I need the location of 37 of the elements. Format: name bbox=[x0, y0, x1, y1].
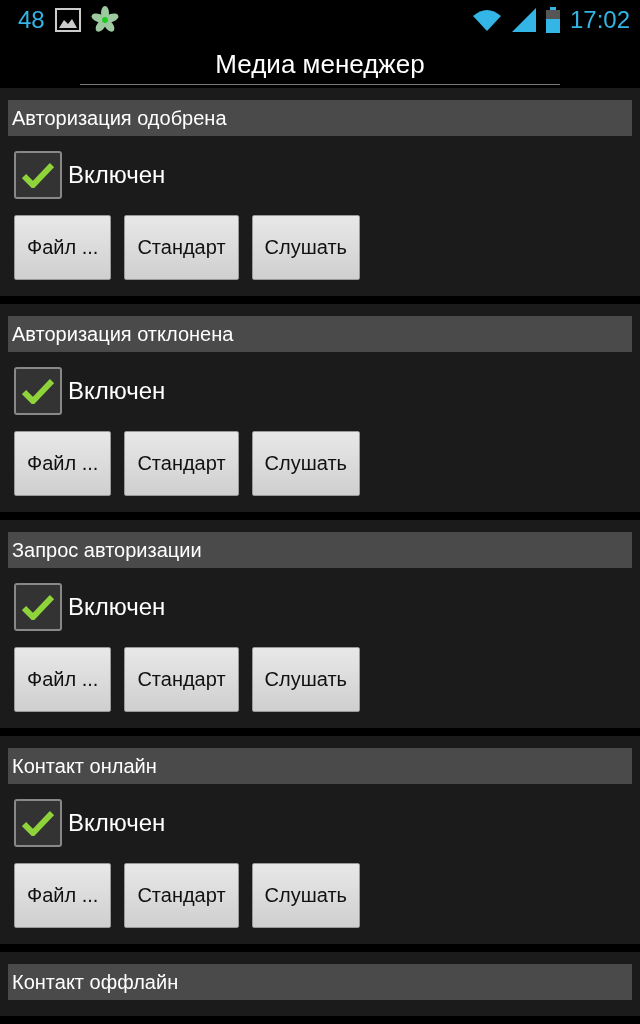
section-header: Авторизация отклонена bbox=[8, 316, 632, 352]
checkbox-label: Включен bbox=[68, 161, 166, 189]
clock: 17:02 bbox=[569, 6, 630, 34]
action-button[interactable]: Файл ... bbox=[14, 647, 112, 712]
action-button[interactable]: Слушать bbox=[251, 863, 360, 928]
action-button[interactable]: Файл ... bbox=[14, 431, 112, 496]
section-header: Контакт оффлайн bbox=[8, 964, 632, 1000]
checkbox[interactable] bbox=[14, 367, 62, 415]
action-button[interactable]: Слушать bbox=[251, 647, 360, 712]
action-button[interactable]: Стандарт bbox=[124, 215, 239, 280]
section-header: Контакт онлайн bbox=[8, 748, 632, 784]
flower-icon bbox=[90, 6, 119, 34]
checkbox[interactable] bbox=[14, 151, 62, 199]
section-header: Авторизация одобрена bbox=[8, 100, 632, 136]
screen-title: Медиа менеджер bbox=[215, 48, 425, 80]
check-icon bbox=[22, 810, 54, 836]
checkbox-label: Включен bbox=[68, 809, 166, 837]
action-button[interactable]: Слушать bbox=[251, 215, 360, 280]
action-button[interactable]: Слушать bbox=[251, 431, 360, 496]
action-button[interactable]: Стандарт bbox=[124, 863, 239, 928]
battery-icon bbox=[545, 7, 560, 33]
action-button[interactable]: Стандарт bbox=[124, 647, 239, 712]
checkbox[interactable] bbox=[14, 799, 62, 847]
check-icon bbox=[22, 378, 54, 404]
notification-count: 48 bbox=[18, 6, 45, 34]
checkbox[interactable] bbox=[14, 583, 62, 631]
action-button[interactable]: Файл ... bbox=[14, 863, 112, 928]
image-icon bbox=[54, 8, 81, 32]
check-icon bbox=[22, 594, 54, 620]
checkbox-label: Включен bbox=[68, 593, 166, 621]
action-button[interactable]: Файл ... bbox=[14, 215, 112, 280]
signal-icon bbox=[511, 8, 536, 32]
check-icon bbox=[22, 162, 54, 188]
action-button[interactable]: Стандарт bbox=[124, 431, 239, 496]
section-header: Запрос авторизации bbox=[8, 532, 632, 568]
wifi-icon bbox=[471, 8, 502, 32]
checkbox-label: Включен bbox=[68, 377, 166, 405]
